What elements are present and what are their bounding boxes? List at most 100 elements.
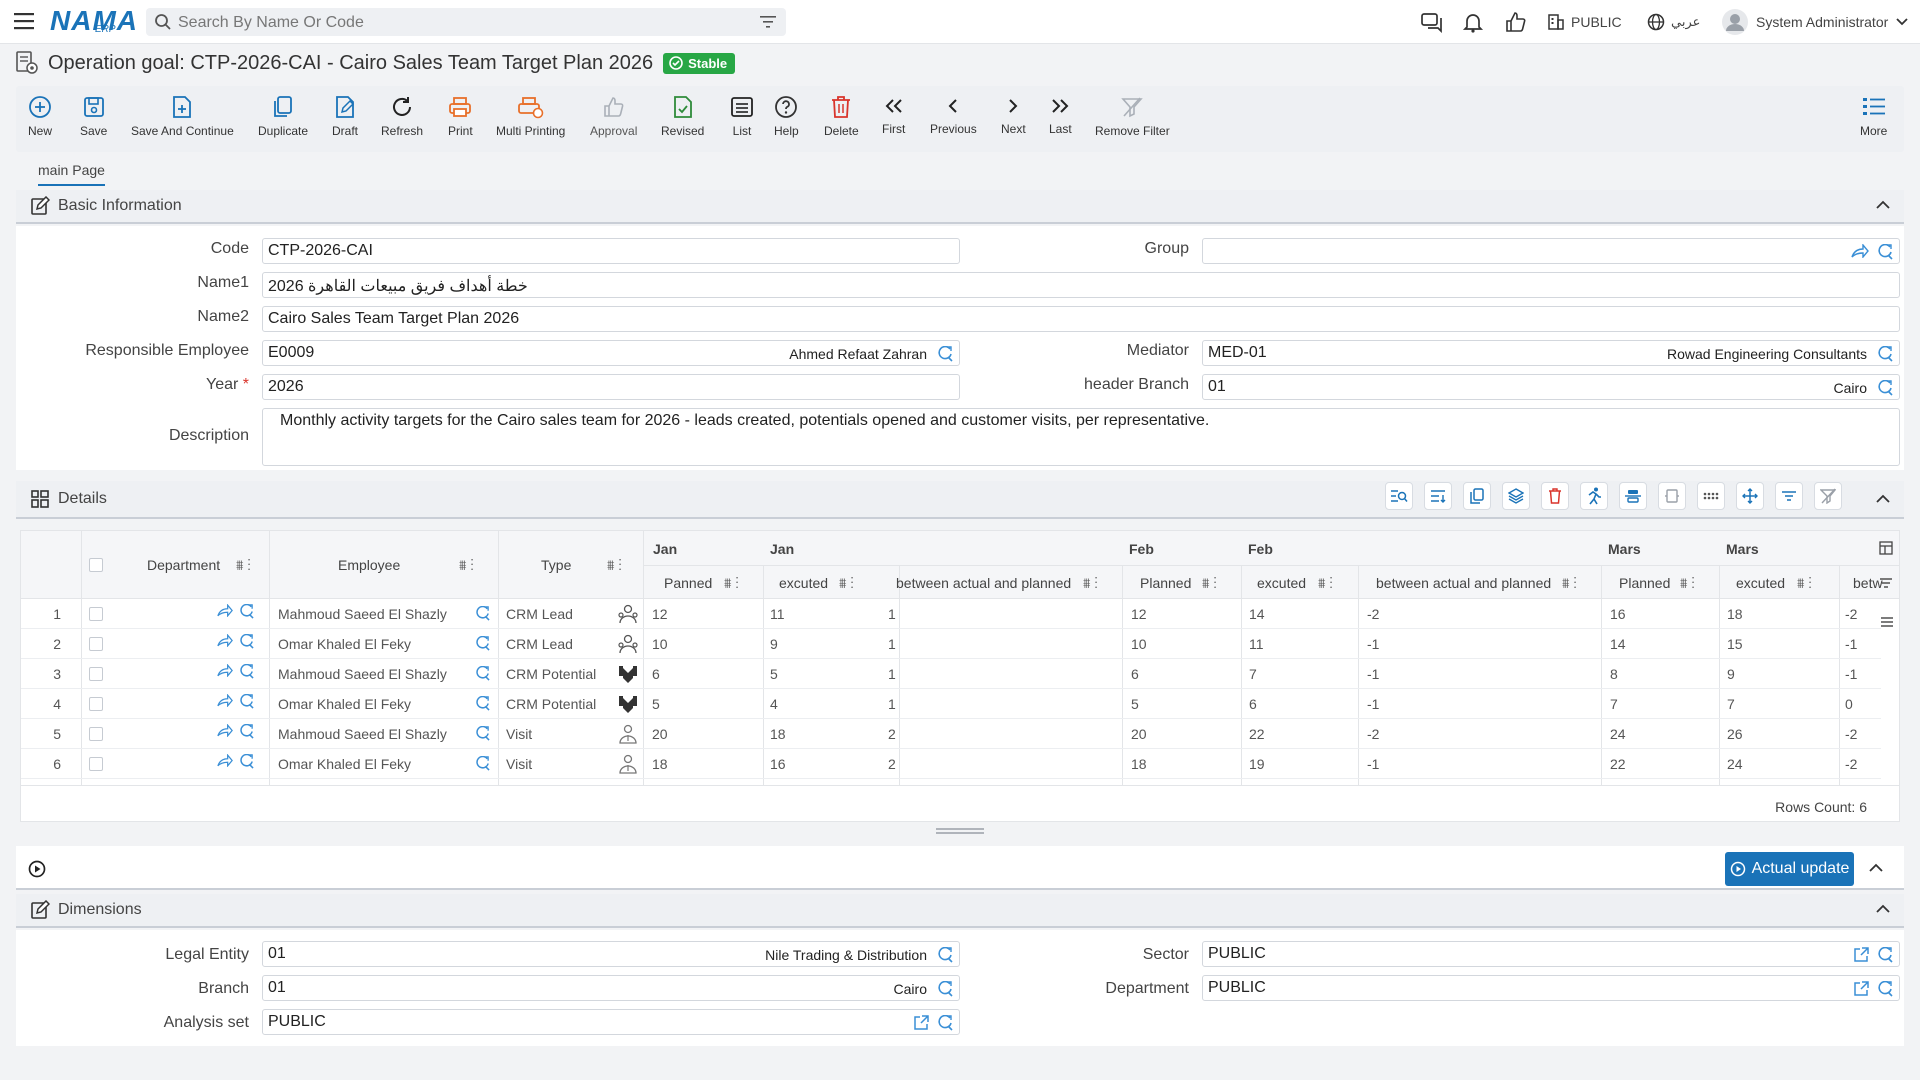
actual-update-button[interactable]: Actual update	[1725, 852, 1854, 886]
refresh-button[interactable]: Refresh	[381, 94, 423, 138]
sector-field[interactable]: PUBLIC	[1202, 941, 1900, 967]
search-input[interactable]: Search By Name Or Code	[178, 14, 364, 32]
lookup-search-icon[interactable]	[475, 636, 490, 651]
row-checkbox[interactable]	[89, 607, 103, 621]
lookup-search-icon[interactable]	[937, 947, 953, 963]
lookup-search-icon[interactable]	[239, 634, 254, 649]
new-button[interactable]: New	[28, 94, 52, 138]
list-button[interactable]: List	[730, 94, 754, 138]
merge-rows-icon[interactable]	[1619, 482, 1647, 510]
help-button[interactable]: Help	[774, 94, 799, 138]
department-lookup[interactable]	[217, 634, 254, 649]
play-circle-icon[interactable]	[28, 860, 46, 878]
row-checkbox[interactable]	[89, 757, 103, 771]
resize-handle[interactable]	[936, 828, 984, 834]
logo[interactable]: NAMA	[50, 5, 138, 37]
year-field[interactable]: 2026	[262, 374, 960, 400]
filter-lines-icon[interactable]	[1879, 577, 1893, 589]
col-feb-excuted[interactable]: excuted	[1257, 575, 1306, 591]
share-icon[interactable]	[217, 664, 233, 679]
filter-lines-icon[interactable]	[1775, 482, 1803, 510]
previous-button[interactable]: Previous	[930, 94, 977, 136]
last-button[interactable]: Last	[1049, 94, 1072, 136]
first-button[interactable]: First	[882, 94, 905, 136]
bell-icon[interactable]	[1462, 10, 1484, 34]
delete-button[interactable]: Delete	[824, 94, 859, 138]
group-field[interactable]	[1202, 238, 1900, 264]
lookup-search-icon[interactable]	[937, 981, 953, 997]
col-department[interactable]: Department	[147, 557, 220, 573]
revised-button[interactable]: Revised	[661, 94, 704, 138]
zoom-list-icon[interactable]	[1385, 482, 1413, 510]
draft-button[interactable]: Draft	[332, 94, 358, 138]
select-all-checkbox[interactable]	[89, 558, 103, 572]
chat-icon[interactable]	[1420, 10, 1444, 34]
row-checkbox[interactable]	[89, 637, 103, 651]
col-type[interactable]: Type	[541, 557, 571, 573]
legal-entity-field[interactable]: 01 Nile Trading & Distribution	[262, 941, 960, 967]
responsible-employee-field[interactable]: E0009 Ahmed Refaat Zahran	[262, 340, 960, 366]
multi-printing-button[interactable]: Multi Printing	[496, 94, 565, 138]
lookup-search-icon[interactable]	[239, 604, 254, 619]
row-checkbox[interactable]	[89, 697, 103, 711]
department-lookup[interactable]	[217, 754, 254, 769]
col-jan-diff[interactable]: between actual and planned	[896, 575, 1071, 591]
col-feb-diff[interactable]: between actual and planned	[1376, 575, 1551, 591]
lookup-search-icon[interactable]	[475, 666, 490, 681]
column-filter-icon[interactable]: ⩩ ⋮	[607, 557, 622, 574]
department-lookup[interactable]	[217, 694, 254, 709]
column-chooser-icon[interactable]	[1879, 541, 1893, 555]
lookup-search-icon[interactable]	[239, 694, 254, 709]
external-link-icon[interactable]	[1853, 947, 1869, 963]
share-icon[interactable]	[217, 754, 233, 769]
lookup-search-icon[interactable]	[239, 664, 254, 679]
language-selector[interactable]: عربي	[1647, 10, 1700, 34]
department-lookup[interactable]	[217, 664, 254, 679]
lookup-search-icon[interactable]	[1877, 380, 1893, 396]
tab-main-page[interactable]: main Page	[38, 162, 105, 186]
next-button[interactable]: Next	[1001, 94, 1026, 136]
lookup-search-icon[interactable]	[1877, 981, 1893, 997]
dimensions-header[interactable]: Dimensions	[16, 894, 1904, 928]
company-selector[interactable]: PUBLIC	[1547, 10, 1622, 34]
dots-grid-icon[interactable]	[1697, 482, 1725, 510]
share-icon[interactable]	[217, 724, 233, 739]
mediator-field[interactable]: MED-01 Rowad Engineering Consultants	[1202, 340, 1900, 366]
lookup-search-icon[interactable]	[1877, 947, 1893, 963]
duplicate-button[interactable]: Duplicate	[258, 94, 308, 138]
lookup-search-icon[interactable]	[475, 606, 490, 621]
lookup-search-icon[interactable]	[475, 726, 490, 741]
filter-icon[interactable]	[760, 15, 776, 29]
column-filter-icon[interactable]: ⩩ ⋮	[1680, 575, 1695, 592]
delete-row-icon[interactable]	[1541, 482, 1569, 510]
column-filter-icon[interactable]: ⩩ ⋮	[1318, 575, 1333, 592]
share-icon[interactable]	[217, 604, 233, 619]
external-link-icon[interactable]	[913, 1015, 929, 1031]
search-box[interactable]: Search By Name Or Code	[146, 8, 786, 36]
lookup-search-icon[interactable]	[937, 346, 953, 362]
share-icon[interactable]	[1851, 244, 1869, 258]
chevron-up-icon[interactable]	[1876, 200, 1890, 210]
column-filter-icon[interactable]: ⩩ ⋮	[236, 557, 251, 574]
analysis-set-field[interactable]: PUBLIC	[262, 1009, 960, 1035]
name2-field[interactable]: Cairo Sales Team Target Plan 2026	[262, 306, 1900, 332]
basic-information-header[interactable]: Basic Information	[16, 190, 1904, 224]
chevron-up-icon[interactable]	[1869, 863, 1883, 873]
share-icon[interactable]	[217, 634, 233, 649]
description-field[interactable]: Monthly activity targets for the Cairo s…	[262, 408, 1900, 466]
col-jan-planned[interactable]: Panned	[664, 575, 712, 591]
print-button[interactable]: Print	[448, 94, 473, 138]
col-feb-planned[interactable]: Planned	[1140, 575, 1191, 591]
filter-off-icon[interactable]	[1814, 482, 1842, 510]
col-mars-excuted[interactable]: excuted	[1736, 575, 1785, 591]
lookup-search-icon[interactable]	[475, 696, 490, 711]
row-menu-icon[interactable]	[1881, 617, 1893, 627]
share-icon[interactable]	[217, 694, 233, 709]
save-and-continue-button[interactable]: Save And Continue	[131, 94, 234, 138]
fit-columns-icon[interactable]	[1658, 482, 1686, 510]
approval-button[interactable]: Approval	[590, 94, 637, 138]
chevron-up-icon[interactable]	[1876, 494, 1890, 504]
header-branch-field[interactable]: 01 Cairo	[1202, 374, 1900, 400]
menu-icon[interactable]	[14, 12, 34, 30]
column-filter-icon[interactable]: ⩩ ⋮	[839, 575, 854, 592]
